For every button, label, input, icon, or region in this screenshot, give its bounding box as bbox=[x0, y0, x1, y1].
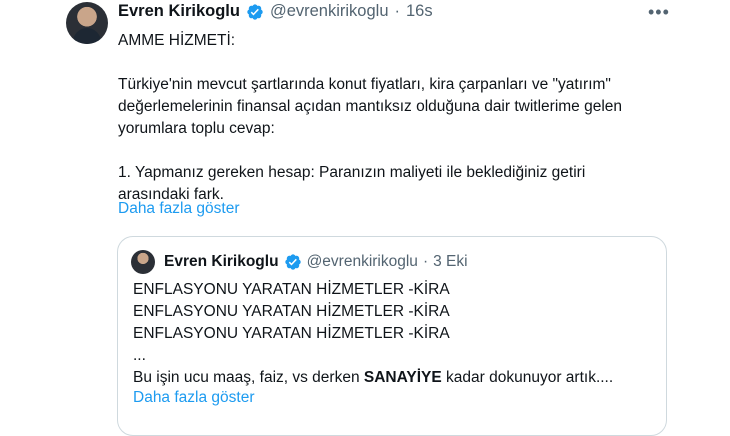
author-handle[interactable]: @evrenkirikoglu bbox=[270, 2, 389, 21]
separator-dot: · bbox=[394, 2, 401, 20]
quoted-author-handle: @evrenkirikoglu bbox=[306, 253, 418, 270]
tweet-text: AMME HİZMETİ: Türkiye'nin mevcut şartlar… bbox=[118, 30, 678, 206]
quoted-tweet-header: Evren Kirikoglu @evrenkirikoglu · 3 Eki bbox=[164, 253, 468, 271]
verified-badge-icon bbox=[284, 254, 301, 270]
more-options-icon[interactable]: ••• bbox=[648, 2, 670, 23]
tweet-line: değerlemelerinin finansal açıdan mantıks… bbox=[118, 98, 623, 115]
verified-badge-icon bbox=[247, 3, 263, 20]
quoted-line-part: Bu işin ucu maaş, faiz, vs derken bbox=[133, 369, 364, 386]
quoted-line: ... bbox=[133, 347, 146, 364]
tweet-line: AMME HİZMETİ: bbox=[118, 32, 236, 49]
tweet-header: Evren Kirikoglu @evrenkirikoglu · 16s bbox=[118, 2, 433, 21]
quoted-line-part: kadar dokunuyor artık.... bbox=[441, 369, 614, 386]
quoted-tweet-text: ENFLASYONU YARATAN HİZMETLER -KİRA ENFLA… bbox=[133, 279, 653, 389]
quoted-author-avatar bbox=[131, 250, 155, 274]
tweet-line: yorumlara toplu cevap: bbox=[118, 120, 275, 137]
author-avatar[interactable] bbox=[66, 2, 108, 44]
tweet-line: 1. Yapmanız gereken hesap: Paranızın mal… bbox=[118, 164, 586, 181]
separator-dot: · bbox=[422, 253, 429, 270]
quoted-tweet-card[interactable]: Evren Kirikoglu @evrenkirikoglu · 3 Eki … bbox=[117, 236, 667, 436]
tweet-line: Türkiye'nin mevcut şartlarında konut fiy… bbox=[118, 76, 611, 93]
quoted-bold-word: SANAYİYE bbox=[363, 369, 442, 386]
quoted-line: ENFLASYONU YARATAN HİZMETLER -KİRA bbox=[133, 325, 450, 342]
quoted-line: Bu işin ucu maaş, faiz, vs derken SANAYİ… bbox=[133, 367, 653, 389]
show-more-link[interactable]: Daha fazla göster bbox=[118, 200, 240, 218]
author-name[interactable]: Evren Kirikoglu bbox=[118, 2, 240, 21]
quoted-author-name: Evren Kirikoglu bbox=[164, 253, 279, 270]
quoted-show-more-link[interactable]: Daha fazla göster bbox=[133, 389, 255, 407]
quoted-line: ENFLASYONU YARATAN HİZMETLER -KİRA bbox=[133, 281, 450, 298]
quoted-timestamp: 3 Eki bbox=[433, 253, 468, 270]
tweet-timestamp[interactable]: 16s bbox=[406, 2, 433, 21]
quoted-line: ENFLASYONU YARATAN HİZMETLER -KİRA bbox=[133, 303, 450, 320]
